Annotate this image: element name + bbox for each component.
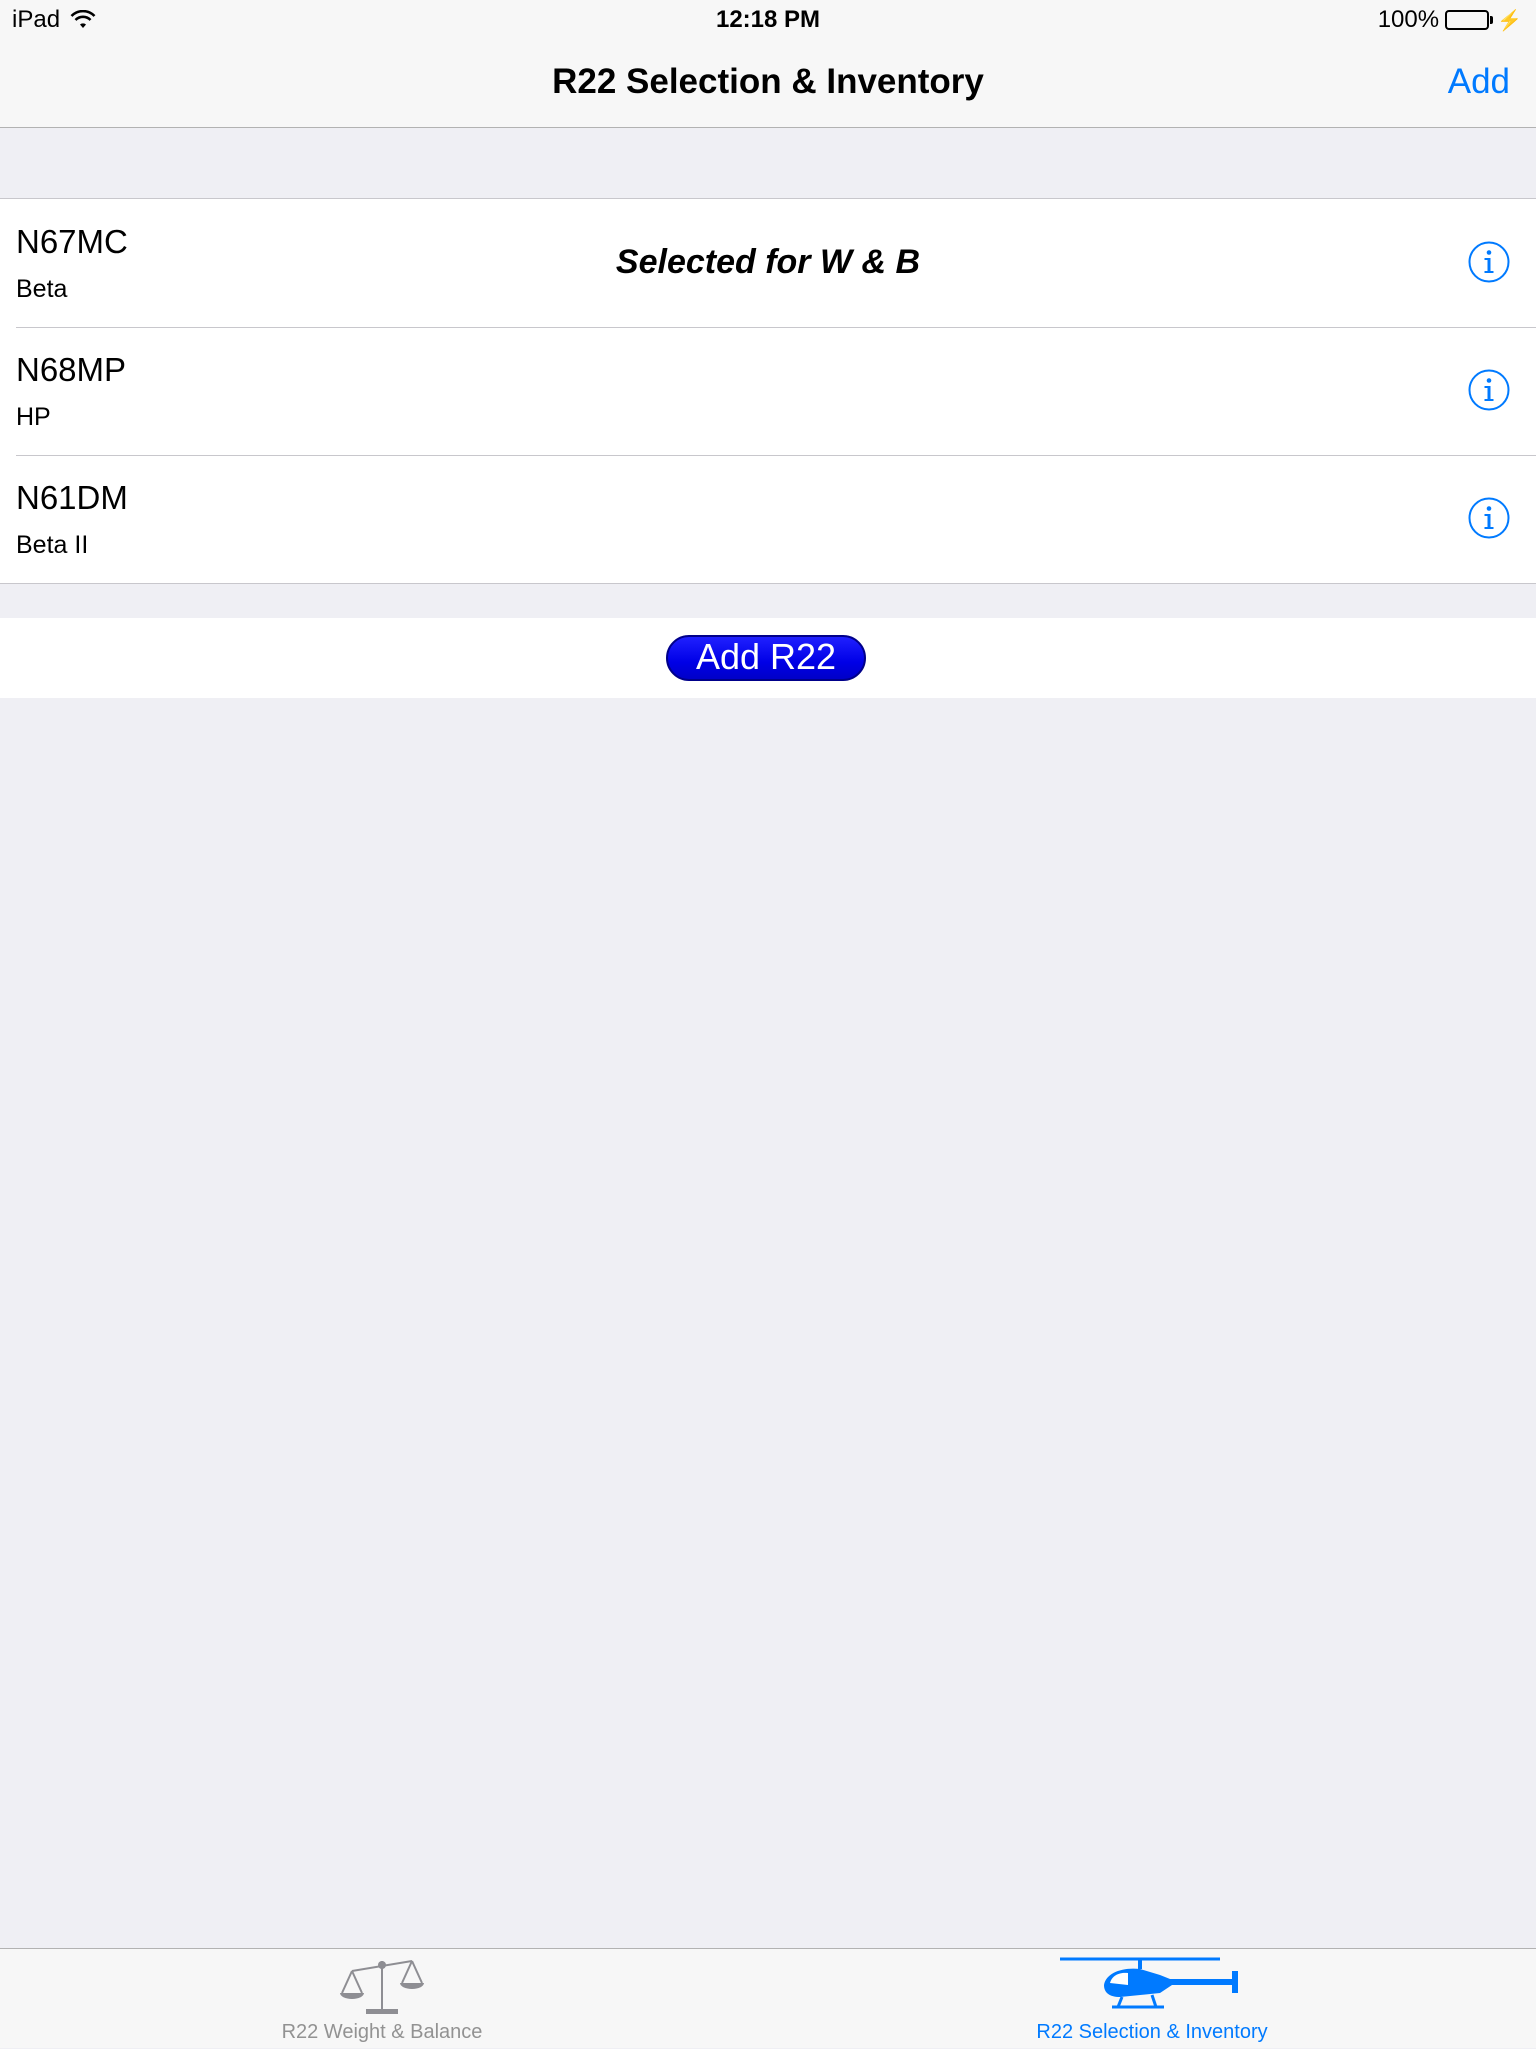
add-r22-section: Add R22 (0, 618, 1536, 698)
aircraft-model: HP (16, 403, 51, 431)
aircraft-tail-number: N61DM (16, 479, 128, 516)
status-time: 12:18 PM (715, 6, 821, 33)
status-right: 100% ⚡ (1378, 6, 1522, 34)
table-row[interactable]: N68MP HP (0, 327, 1536, 455)
info-icon[interactable] (1468, 241, 1510, 283)
helicopter-icon (1060, 1957, 1238, 2009)
table-row[interactable]: N61DM Beta II (0, 455, 1536, 583)
page-title: R22 Selection & Inventory (552, 62, 984, 101)
add-button[interactable]: Add (1448, 62, 1510, 102)
navigation-bar: R22 Selection & Inventory Add (0, 40, 1536, 128)
tab-bar: R22 Weight & Balance R22 Selection & Inv… (0, 1948, 1536, 2048)
aircraft-model: Beta II (16, 531, 89, 559)
tab-weight-balance[interactable]: R22 Weight & Balance (0, 1949, 768, 2049)
info-icon[interactable] (1468, 369, 1510, 411)
aircraft-tail-number: N68MP (16, 351, 127, 388)
battery-percent: 100% (1377, 6, 1440, 33)
tab-label: R22 Selection & Inventory (1036, 2021, 1268, 2043)
charging-bolt-icon: ⚡ (1497, 9, 1522, 32)
status-bar: iPad 12:18 PM 100% ⚡ (0, 0, 1536, 40)
scale-icon (340, 1960, 424, 2014)
add-r22-button[interactable]: Add R22 (666, 635, 866, 681)
tab-label: R22 Weight & Balance (281, 2021, 483, 2043)
battery-icon (1445, 10, 1494, 30)
table-row[interactable]: N67MC Beta Selected for W & B (0, 199, 1536, 327)
aircraft-table: N67MC Beta Selected for W & B N68MP HP N… (0, 198, 1536, 584)
selected-label: Selected for W & B (615, 243, 921, 281)
info-icon[interactable] (1468, 497, 1510, 539)
tab-selection-inventory[interactable]: R22 Selection & Inventory (768, 1949, 1536, 2049)
